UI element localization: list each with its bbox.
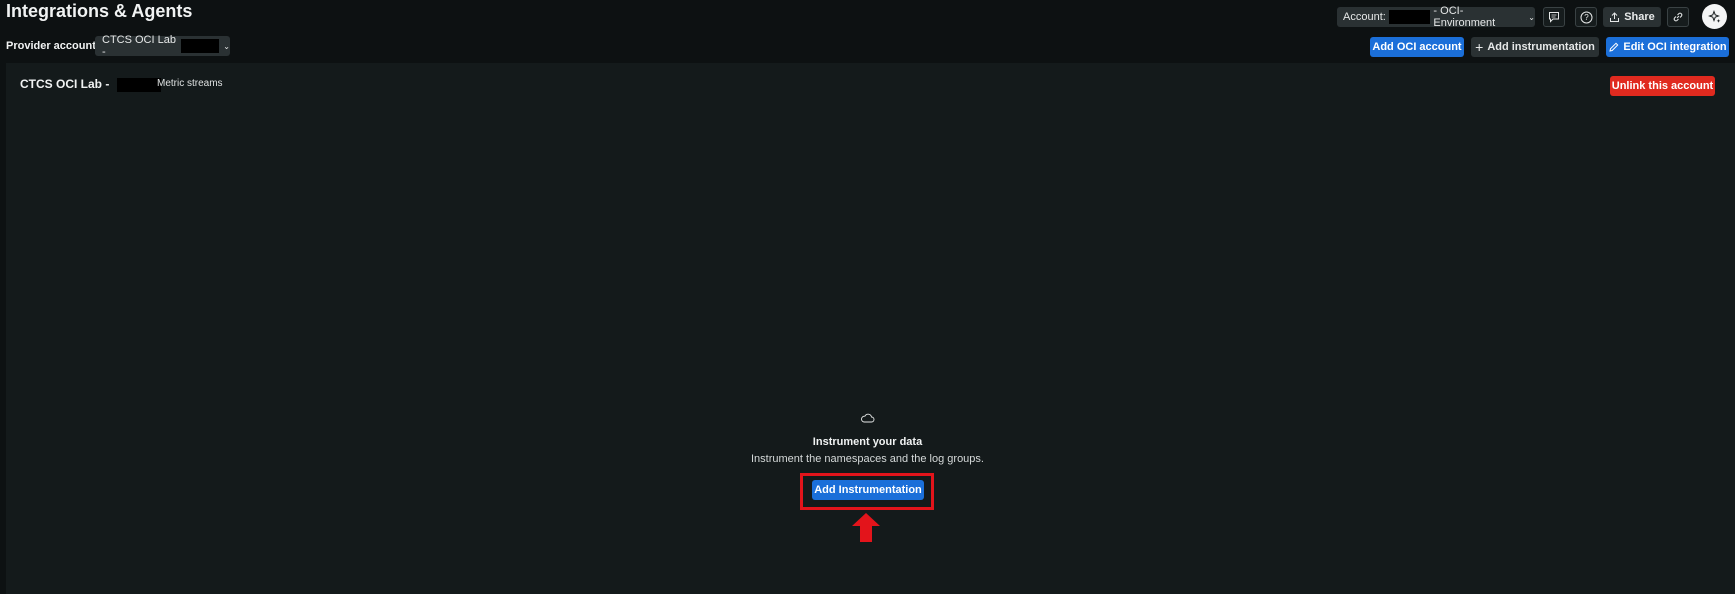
empty-state-title: Instrument your data	[812, 436, 923, 448]
share-button[interactable]: Share	[1603, 7, 1661, 27]
unlink-account-button[interactable]: Unlink this account	[1610, 76, 1715, 96]
page-title: Integrations & Agents	[6, 1, 193, 21]
metric-streams-label: Metric streams	[157, 78, 223, 89]
ai-assistant-button[interactable]	[1702, 4, 1727, 29]
account-suffix: - OCI-Environment	[1433, 5, 1496, 29]
share-icon	[1610, 11, 1620, 22]
copy-link-button[interactable]	[1667, 7, 1689, 27]
account-prefix: Account:	[1343, 11, 1386, 23]
edit-oci-integration-button[interactable]: Edit OCI integration	[1606, 37, 1729, 57]
account-selector[interactable]: Account: - OCI-Environment ⌄	[1337, 5, 1535, 29]
svg-text:?: ?	[1584, 13, 1589, 22]
add-oci-account-button[interactable]: Add OCI account	[1370, 37, 1464, 57]
add-instrumentation-button[interactable]: + Add instrumentation	[1471, 37, 1599, 57]
add-instrumentation-label: Add instrumentation	[1487, 41, 1595, 53]
add-instrumentation-main-button[interactable]: Add Instrumentation	[812, 480, 924, 500]
panel-account-name: CTCS OCI Lab -	[20, 77, 161, 92]
help-button[interactable]: ?	[1575, 7, 1597, 27]
plus-icon: +	[1475, 39, 1484, 55]
link-icon	[1673, 12, 1683, 22]
help-icon: ?	[1580, 11, 1592, 23]
provider-account-value: CTCS OCI Lab -	[102, 34, 176, 58]
redacted-block	[1388, 10, 1431, 24]
cloud-icon	[860, 410, 875, 428]
empty-state-subtitle: Instrument the namespaces and the log gr…	[751, 453, 984, 465]
provider-account-label: Provider account	[6, 40, 96, 52]
provider-account-select[interactable]: CTCS OCI Lab - ⌄	[95, 34, 230, 58]
pencil-icon	[1609, 42, 1619, 52]
chat-icon	[1549, 12, 1559, 23]
sparkle-icon	[1707, 9, 1720, 23]
edit-oci-integration-label: Edit OCI integration	[1623, 41, 1727, 53]
chevron-down-icon: ⌄	[1528, 12, 1535, 22]
annotation-arrow-icon	[851, 512, 881, 547]
share-label: Share	[1624, 11, 1655, 23]
feedback-button[interactable]	[1543, 7, 1565, 27]
chevron-down-icon: ⌄	[223, 41, 230, 51]
redacted-block	[181, 39, 220, 53]
